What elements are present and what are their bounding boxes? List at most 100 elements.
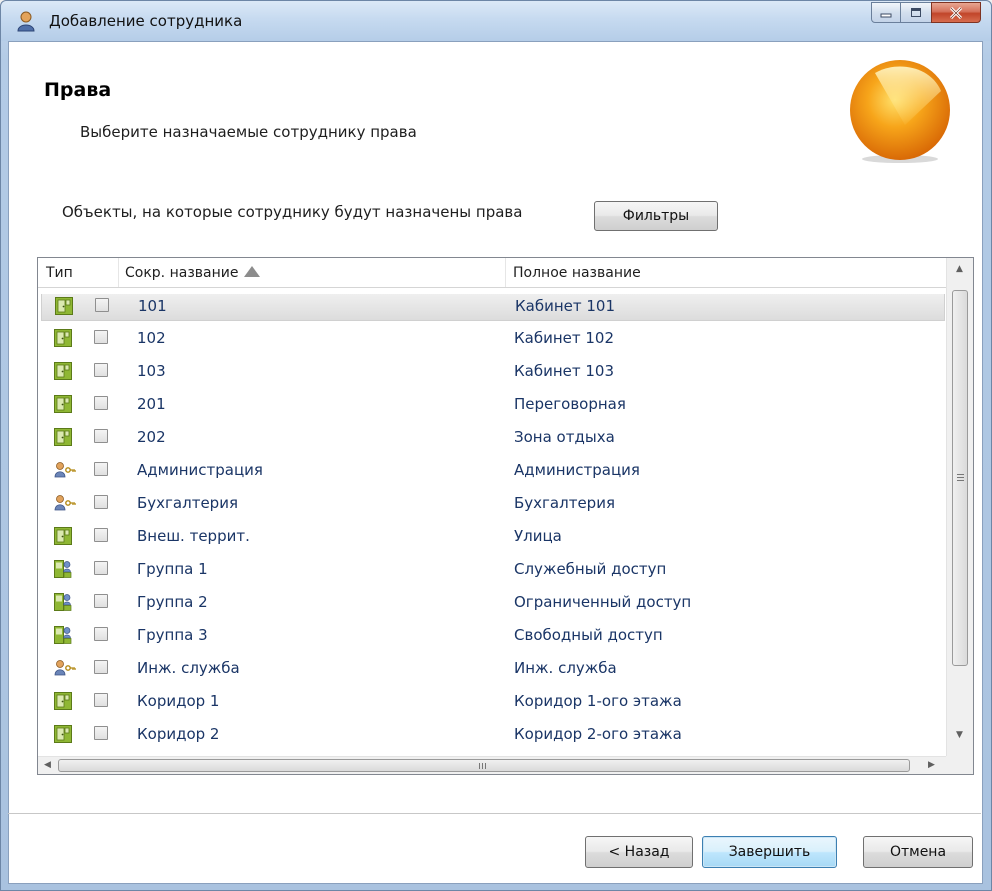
maximize-icon	[911, 8, 921, 17]
full-name-cell: Кабинет 103	[514, 362, 615, 380]
grip-line	[957, 474, 964, 475]
scroll-up-icon[interactable]: ▲	[956, 264, 963, 274]
row-checkbox[interactable]	[94, 462, 108, 476]
row-checkbox[interactable]	[94, 726, 108, 740]
short-name-cell: Коридор 1	[137, 692, 220, 710]
row-checkbox[interactable]	[94, 495, 108, 509]
row-checkbox[interactable]	[94, 594, 108, 608]
scroll-right-icon[interactable]: ▶	[928, 760, 935, 770]
objects-grid[interactable]: Тип Сокр. название Полное название 101 Ка…	[37, 257, 974, 775]
employee-icon	[17, 11, 35, 32]
short-name-cell: 103	[137, 362, 166, 380]
short-name-cell: Администрация	[137, 461, 263, 479]
table-row[interactable]: 103 Кабинет 103	[41, 355, 945, 387]
scroll-down-icon[interactable]: ▼	[956, 730, 963, 740]
short-name-cell: Группа 1	[137, 560, 208, 578]
department-key-icon	[54, 659, 76, 677]
door-icon	[54, 329, 72, 347]
full-name-cell: Зона отдыха	[514, 428, 615, 446]
full-name-cell: Бухгалтерия	[514, 494, 615, 512]
wizard-orb-icon	[850, 60, 950, 163]
row-checkbox[interactable]	[94, 627, 108, 641]
minimize-button[interactable]	[871, 2, 901, 23]
table-row[interactable]: Внеш. террит. Улица	[41, 520, 945, 552]
title-bar[interactable]: Добавление сотрудника	[1, 1, 991, 41]
full-name-cell: Кабинет 102	[514, 329, 615, 347]
row-checkbox[interactable]	[95, 298, 109, 312]
column-separator[interactable]	[505, 258, 506, 287]
grid-rows: 101 Кабинет 101 102 Кабинет 102 103 Кабинет 1…	[38, 294, 946, 758]
full-name-cell: Коридор 2-ого этажа	[514, 725, 682, 743]
door-icon	[54, 428, 72, 446]
filters-button[interactable]: Фильтры	[594, 201, 718, 231]
group-access-icon	[54, 626, 72, 644]
short-name-cell: 202	[137, 428, 166, 446]
table-row[interactable]: 102 Кабинет 102	[41, 322, 945, 354]
column-header-short-name[interactable]: Сокр. название	[125, 265, 261, 281]
full-name-cell: Администрация	[514, 461, 640, 479]
table-row[interactable]: 202 Зона отдыха	[41, 421, 945, 453]
door-icon	[54, 362, 72, 380]
full-name-cell: Свободный доступ	[514, 626, 663, 644]
full-name-cell: Ограниченный доступ	[514, 593, 692, 611]
scrollbar-corner	[946, 756, 973, 774]
table-row[interactable]: 201 Переговорная	[41, 388, 945, 420]
table-row[interactable]: Бухгалтерия Бухгалтерия	[41, 487, 945, 519]
table-row[interactable]: Коридор 1 Коридор 1-ого этажа	[41, 685, 945, 717]
grip-line	[479, 763, 480, 769]
column-separator[interactable]	[118, 258, 119, 287]
door-icon	[54, 395, 72, 413]
maximize-button[interactable]	[900, 2, 932, 23]
short-name-cell: Бухгалтерия	[137, 494, 238, 512]
short-name-cell: Группа 3	[137, 626, 208, 644]
scroll-left-icon[interactable]: ◀	[44, 760, 51, 770]
row-checkbox[interactable]	[94, 396, 108, 410]
objects-label: Объекты, на которые сотруднику будут наз…	[62, 203, 523, 221]
column-header-full-name[interactable]: Полное название	[513, 265, 641, 281]
table-row[interactable]: Инж. служба Инж. служба	[41, 652, 945, 684]
cancel-button[interactable]: Отмена	[863, 836, 973, 868]
door-icon	[55, 297, 73, 315]
page-title: Права	[44, 79, 112, 101]
full-name-cell: Переговорная	[514, 395, 626, 413]
window-controls	[871, 2, 981, 23]
footer-divider	[8, 813, 981, 814]
row-checkbox[interactable]	[94, 528, 108, 542]
sort-ascending-icon	[244, 266, 261, 277]
row-checkbox[interactable]	[94, 363, 108, 377]
back-button[interactable]: < Назад	[585, 836, 693, 868]
close-icon	[949, 6, 963, 19]
short-name-cell: Внеш. террит.	[137, 527, 250, 545]
short-name-cell: 101	[138, 297, 167, 315]
group-access-icon	[54, 593, 72, 611]
short-name-cell: 102	[137, 329, 166, 347]
door-icon	[54, 692, 72, 710]
row-checkbox[interactable]	[94, 693, 108, 707]
vertical-scroll-thumb[interactable]	[952, 290, 968, 666]
vertical-scrollbar[interactable]: ▲ ▼	[946, 258, 973, 758]
row-checkbox[interactable]	[94, 660, 108, 674]
window-title: Добавление сотрудника	[49, 12, 243, 30]
row-checkbox[interactable]	[94, 330, 108, 344]
row-checkbox[interactable]	[94, 429, 108, 443]
horizontal-scrollbar[interactable]: ◀ ▶	[38, 756, 946, 774]
horizontal-scroll-thumb[interactable]	[58, 759, 910, 772]
short-name-cell: Группа 2	[137, 593, 208, 611]
grid-header: Тип Сокр. название Полное название	[38, 258, 946, 288]
table-row[interactable]: Администрация Администрация	[41, 454, 945, 486]
grip-line	[957, 477, 964, 478]
column-header-type[interactable]: Тип	[46, 265, 73, 281]
table-row[interactable]: Группа 2 Ограниченный доступ	[41, 586, 945, 618]
table-row[interactable]: Группа 3 Свободный доступ	[41, 619, 945, 651]
table-row[interactable]: Коридор 2 Коридор 2-ого этажа	[41, 718, 945, 750]
row-checkbox[interactable]	[94, 561, 108, 575]
short-name-cell: Инж. служба	[137, 659, 240, 677]
finish-button[interactable]: Завершить	[702, 836, 837, 868]
group-access-icon	[54, 560, 72, 578]
table-row[interactable]: Группа 1 Служебный доступ	[41, 553, 945, 585]
table-row[interactable]: 101 Кабинет 101	[41, 294, 945, 321]
close-button[interactable]	[931, 2, 981, 23]
department-key-icon	[54, 461, 76, 479]
door-icon	[54, 527, 72, 545]
grip-line	[485, 763, 486, 769]
